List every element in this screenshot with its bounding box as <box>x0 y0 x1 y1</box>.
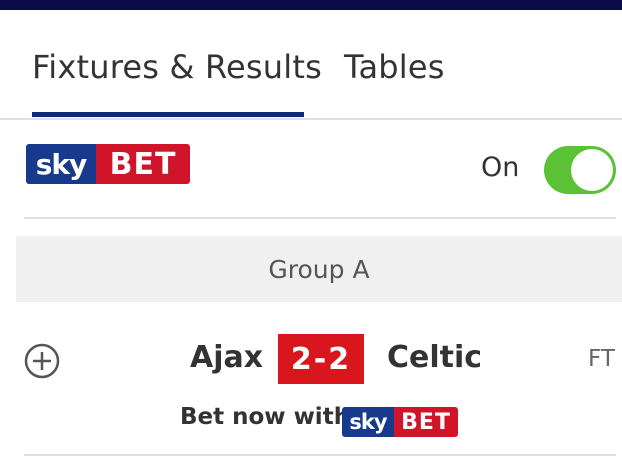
away-team-name[interactable]: Celtic <box>387 340 482 375</box>
home-team-name[interactable]: Ajax <box>190 340 263 375</box>
odds-toggle-label: On <box>481 152 520 183</box>
group-header: Group A <box>16 236 622 302</box>
skybet-logo: sky BET <box>26 144 190 184</box>
top-bar <box>0 0 622 10</box>
match-status: FT <box>588 346 615 372</box>
skybet-logo-bet: BET <box>96 144 190 184</box>
skybet-bet-link-logo[interactable]: sky BET <box>342 407 458 437</box>
active-tab-indicator <box>32 112 304 117</box>
odds-toggle[interactable] <box>544 146 616 194</box>
divider <box>24 454 616 456</box>
plus-circle-icon[interactable] <box>24 343 60 379</box>
tab-bar: Fixtures & Results Tables <box>0 10 622 120</box>
match-score[interactable]: 2-2 <box>278 334 364 384</box>
tab-fixtures-results[interactable]: Fixtures & Results <box>32 48 322 86</box>
tab-tables[interactable]: Tables <box>344 48 445 86</box>
group-title: Group A <box>268 254 370 284</box>
skybet-logo-sky: sky <box>26 144 96 184</box>
skybet-logo-bet: BET <box>394 407 458 437</box>
bet-now-text[interactable]: Bet now with <box>180 404 350 430</box>
divider <box>24 217 616 219</box>
toggle-knob <box>571 149 613 191</box>
skybet-logo-sky: sky <box>342 407 394 437</box>
